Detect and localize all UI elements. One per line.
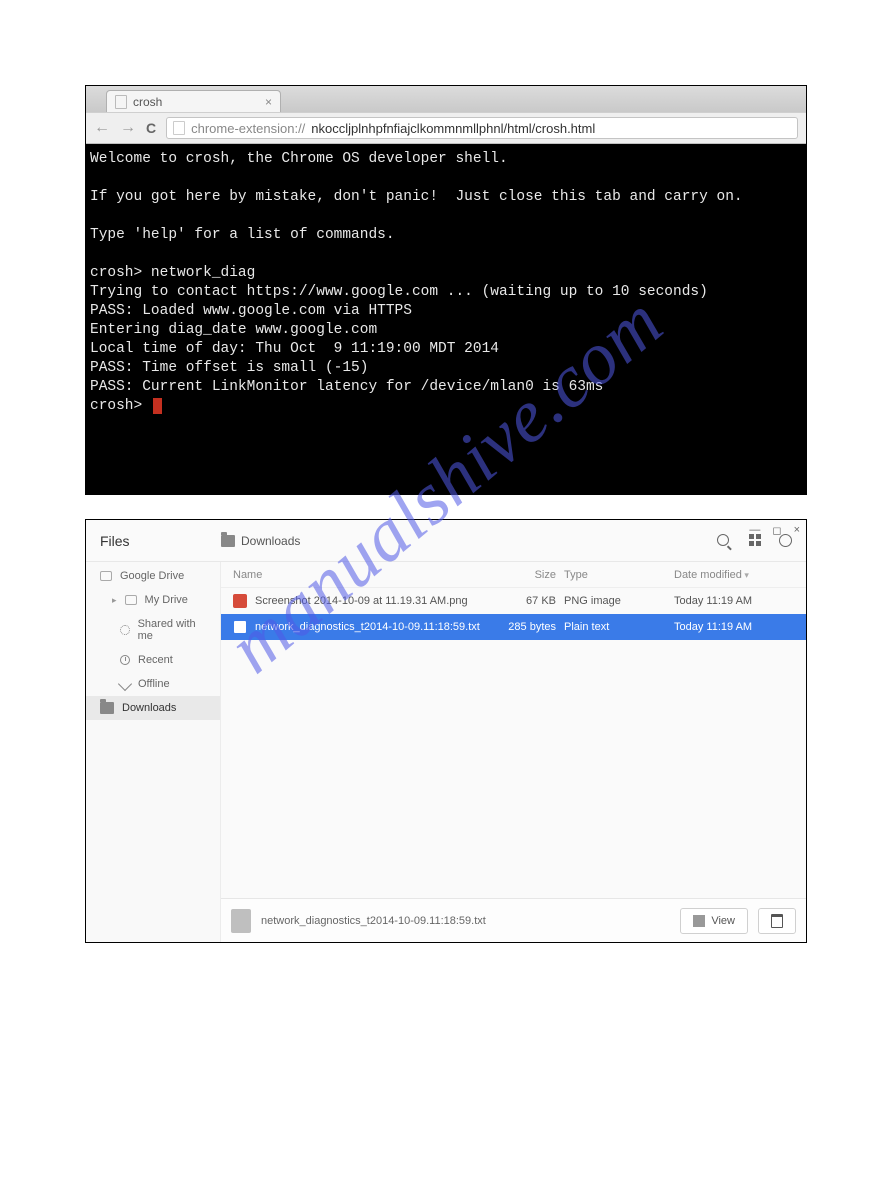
files-window: — ◻ × Files Downloads Google Drive xyxy=(85,519,807,943)
file-size: 67 KB xyxy=(494,595,564,607)
file-date: Today 11:19 AM xyxy=(674,621,794,633)
window-controls: — ◻ × xyxy=(749,524,800,537)
terminal-line: If you got here by mistake, don't panic!… xyxy=(90,189,743,205)
tab-strip: crosh × xyxy=(86,86,806,112)
trash-icon xyxy=(771,914,783,928)
sidebar-item-google-drive[interactable]: Google Drive xyxy=(86,564,220,588)
sidebar-label: My Drive xyxy=(145,594,188,606)
sidebar-label: Offline xyxy=(138,678,170,690)
browser-tab[interactable]: crosh × xyxy=(106,90,281,112)
file-listing: Name Size Type Date modified Screenshot … xyxy=(221,562,806,942)
sidebar: Google Drive ▸ My Drive Shared with me R… xyxy=(86,562,221,942)
folder-icon xyxy=(100,702,114,714)
view-button[interactable]: View xyxy=(680,908,748,934)
drive-icon xyxy=(125,595,137,605)
col-name[interactable]: Name xyxy=(233,569,494,581)
terminal-line: Local time of day: Thu Oct 9 11:19:00 MD… xyxy=(90,341,499,357)
gear-icon[interactable] xyxy=(779,534,792,547)
file-type: PNG image xyxy=(564,595,674,607)
app-title: Files xyxy=(86,533,221,549)
sidebar-item-my-drive[interactable]: ▸ My Drive xyxy=(86,588,220,612)
sidebar-label: Google Drive xyxy=(120,570,184,582)
terminal-line: Welcome to crosh, the Chrome OS develope… xyxy=(90,151,508,167)
text-file-icon xyxy=(233,620,247,634)
toolbar: ← → C chrome-extension:// nkoccljplnhpfnf… xyxy=(86,112,806,144)
terminal-line: crosh> network_diag xyxy=(90,265,255,281)
close-tab-icon[interactable]: × xyxy=(265,95,272,109)
file-type: Plain text xyxy=(564,621,674,633)
folder-icon xyxy=(221,535,235,547)
terminal-line: PASS: Loaded www.google.com via HTTPS xyxy=(90,303,412,319)
file-size: 285 bytes xyxy=(494,621,564,633)
file-row[interactable]: Screenshot 2014-10-09 at 11.19.31 AM.png… xyxy=(221,588,806,614)
url-scheme: chrome-extension:// xyxy=(191,121,305,136)
breadcrumb-label: Downloads xyxy=(241,534,300,548)
sidebar-label: Shared with me xyxy=(138,618,210,642)
minimize-button[interactable]: — xyxy=(749,524,760,537)
chevron-right-icon: ▸ xyxy=(112,595,117,606)
files-header: Files Downloads xyxy=(86,520,806,562)
file-name: network_diagnostics_t2014-10-09.11:18:59… xyxy=(255,621,480,633)
clock-icon xyxy=(120,655,130,665)
back-button[interactable]: ← xyxy=(94,119,110,137)
image-file-icon xyxy=(233,594,247,608)
terminal-line: Type 'help' for a list of commands. xyxy=(90,227,395,243)
tab-title: crosh xyxy=(133,95,259,109)
col-size[interactable]: Size xyxy=(494,569,564,581)
sidebar-item-downloads[interactable]: Downloads xyxy=(86,696,220,720)
offline-icon xyxy=(118,677,132,691)
terminal-prompt: crosh> xyxy=(90,398,151,414)
page-icon xyxy=(115,95,127,109)
file-name: Screenshot 2014-10-09 at 11.19.31 AM.png xyxy=(255,595,468,607)
terminal-line: Trying to contact https://www.google.com… xyxy=(90,284,708,300)
delete-button[interactable] xyxy=(758,908,796,934)
view-icon xyxy=(693,915,705,927)
reload-button[interactable]: C xyxy=(146,120,156,136)
status-filename: network_diagnostics_t2014-10-09.11:18:59… xyxy=(261,915,670,927)
breadcrumb[interactable]: Downloads xyxy=(221,534,717,548)
sidebar-item-offline[interactable]: Offline xyxy=(86,672,220,696)
sidebar-label: Recent xyxy=(138,654,173,666)
address-bar[interactable]: chrome-extension:// nkoccljplnhpfnfiajclk… xyxy=(166,117,798,139)
shared-icon xyxy=(120,625,130,635)
view-button-label: View xyxy=(711,915,735,927)
terminal-line: Entering diag_date www.google.com xyxy=(90,322,377,338)
column-headers: Name Size Type Date modified xyxy=(221,562,806,588)
page-icon xyxy=(173,121,185,135)
drive-icon xyxy=(100,571,112,581)
col-type[interactable]: Type xyxy=(564,569,674,581)
file-row-selected[interactable]: network_diagnostics_t2014-10-09.11:18:59… xyxy=(221,614,806,640)
sidebar-item-recent[interactable]: Recent xyxy=(86,648,220,672)
close-button[interactable]: × xyxy=(794,524,800,537)
col-date[interactable]: Date modified xyxy=(674,569,794,581)
file-thumbnail-icon xyxy=(231,909,251,933)
file-date: Today 11:19 AM xyxy=(674,595,794,607)
terminal-cursor xyxy=(153,398,162,414)
terminal-line: PASS: Time offset is small (-15) xyxy=(90,360,368,376)
terminal-line: PASS: Current LinkMonitor latency for /d… xyxy=(90,379,603,395)
sidebar-label: Downloads xyxy=(122,702,176,714)
status-bar: network_diagnostics_t2014-10-09.11:18:59… xyxy=(221,898,806,942)
sidebar-item-shared[interactable]: Shared with me xyxy=(86,612,220,648)
search-icon[interactable] xyxy=(717,534,731,548)
browser-window: crosh × ← → C chrome-extension:// nkocclj… xyxy=(85,85,807,495)
url-path: nkoccljplnhpfnfiajclkommnmllphnl/html/cr… xyxy=(311,121,595,136)
forward-button[interactable]: → xyxy=(120,119,136,137)
terminal-output[interactable]: Welcome to crosh, the Chrome OS develope… xyxy=(86,144,806,494)
